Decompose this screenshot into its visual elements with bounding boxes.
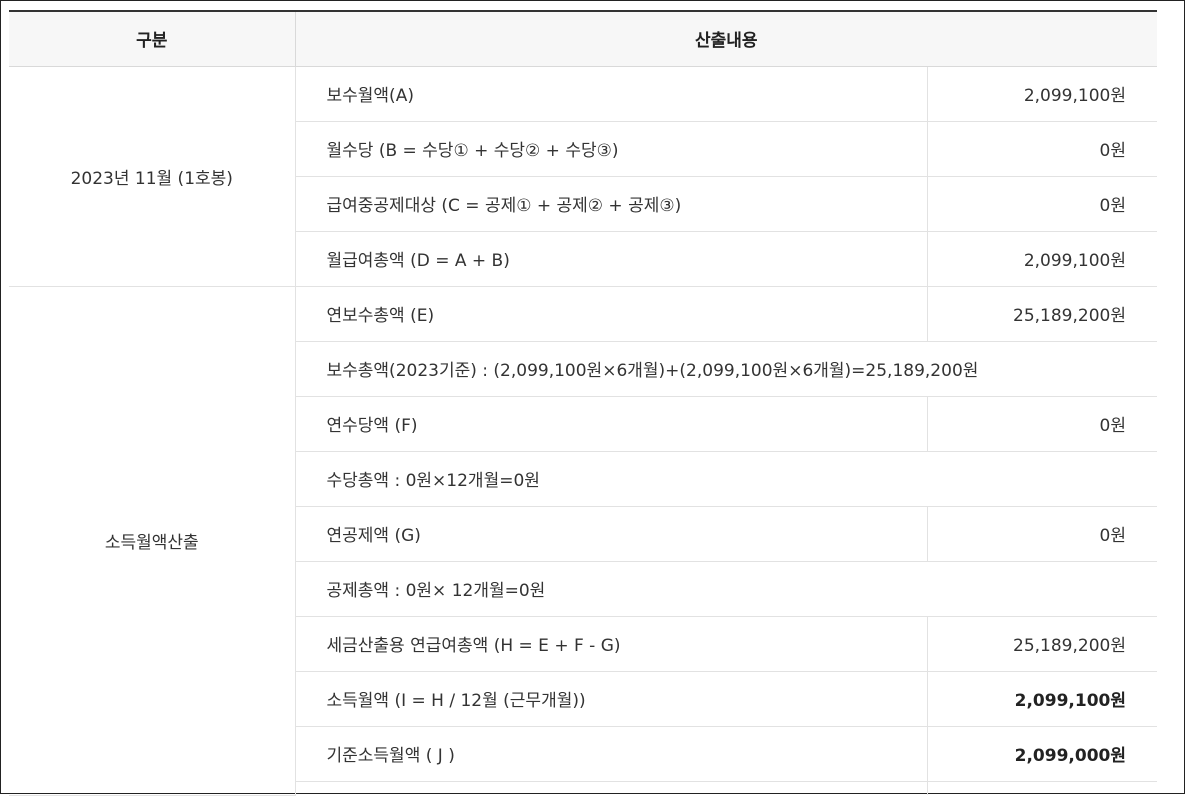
row-label: 급여중공제대상 (C = 공제① + 공제② + 공제③) (295, 176, 927, 232)
row-note: 공제총액 : 0원× 12개월=0원 (295, 561, 1157, 617)
row-label: 소득월액 (I = H / 12월 (근무개월)) (295, 671, 927, 727)
row-value: 25,189,200원 (926, 616, 1157, 672)
row-value: 0원 (926, 506, 1157, 562)
table-row: 2023년 11월 (1호봉) 보수월액(A) 2,099,100원 (9, 66, 1157, 287)
row-value: 0원 (926, 176, 1157, 232)
row-label: 기준소득월액 ( J ) (295, 726, 927, 782)
row-value-highlight: 2,099,100원 (926, 671, 1157, 727)
row-label-partial (295, 781, 927, 795)
row-label: 보수월액(A) (295, 66, 927, 122)
row-label: 월수당 (B = 수당① + 수당② + 수당③) (295, 121, 927, 177)
row-note: 수당총액 : 0원×12개월=0원 (295, 451, 1157, 507)
row-label: 세금산출용 연급여총액 (H = E + F - G) (295, 616, 927, 672)
row-value: 0원 (926, 396, 1157, 452)
income-calculation-table: 구분 산출내용 2023년 11월 (1호봉) 보수월액(A) 2,099,10… (9, 10, 1157, 796)
row-label: 연공제액 (G) (295, 506, 927, 562)
calculation-table-container: 구분 산출내용 2023년 11월 (1호봉) 보수월액(A) 2,099,10… (9, 10, 1157, 796)
row-note: 보수총액(2023기준) : (2,099,100원×6개월)+(2,099,1… (295, 341, 1157, 397)
table-row: 소득월액산출 연보수총액 (E) 25,189,200원 (9, 286, 1157, 796)
row-value: 25,189,200원 (926, 286, 1157, 342)
row-value-highlight: 2,099,000원 (926, 726, 1157, 782)
row-value-partial (926, 781, 1157, 795)
category-cell-income: 소득월액산출 (9, 286, 296, 796)
row-value: 0원 (926, 121, 1157, 177)
row-value: 2,099,100원 (926, 66, 1157, 122)
row-label: 월급여총액 (D = A + B) (295, 231, 927, 287)
table-header-row: 구분 산출내용 (9, 10, 1157, 67)
header-category: 구분 (9, 10, 296, 67)
row-label: 연보수총액 (E) (295, 286, 927, 342)
category-cell-period: 2023년 11월 (1호봉) (9, 66, 296, 287)
row-value: 2,099,100원 (926, 231, 1157, 287)
row-label: 연수당액 (F) (295, 396, 927, 452)
header-content: 산출내용 (295, 10, 1157, 67)
